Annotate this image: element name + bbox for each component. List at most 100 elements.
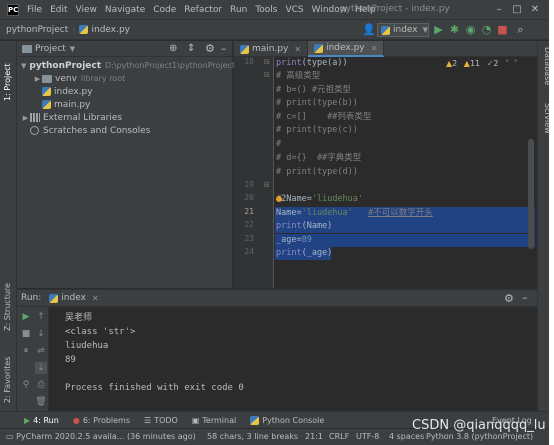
tree-item-venv[interactable]: ▶ venv library root <box>17 72 232 85</box>
menu-vcs[interactable]: VCS <box>281 5 307 15</box>
tool-tab-project[interactable]: 1: Project <box>3 63 12 101</box>
close-icon[interactable]: ✕ <box>371 44 378 53</box>
breadcrumb-project[interactable]: pythonProject <box>6 25 68 35</box>
rerun-icon[interactable]: ▶ <box>20 311 32 323</box>
run-panel-header: Run: index ✕ ⚙ – <box>17 290 537 307</box>
console-output[interactable]: 吴老师 <class 'str'> liudehua 89 Process fi… <box>65 311 244 395</box>
stop-icon[interactable]: ■ <box>20 328 32 340</box>
collapse-all-icon[interactable]: ⇕ <box>187 43 195 54</box>
line-number: 18 <box>244 57 254 66</box>
pause-icon[interactable]: ⏸ <box>20 345 32 357</box>
code-token: # b=() #元祖类型 <box>276 85 351 95</box>
hide-panel-icon[interactable]: – <box>522 291 528 304</box>
menu-code[interactable]: Code <box>149 5 180 15</box>
status-position[interactable]: 21:1 <box>305 432 323 441</box>
console-line: 吴老师 <box>65 313 93 323</box>
debug-icon[interactable]: ✱ <box>448 23 461 36</box>
tree-item-label: venv <box>55 73 77 84</box>
code-token: print <box>276 221 302 231</box>
code-token: print <box>276 58 302 68</box>
status-indent[interactable]: 4 spaces <box>389 432 424 441</box>
profile-icon[interactable]: ◔ <box>480 23 493 36</box>
menu-refactor[interactable]: Refactor <box>180 5 226 15</box>
tool-tab-label: Python Console <box>262 415 325 425</box>
window-title: pythonProject - index.py <box>340 4 450 14</box>
run-configuration-select[interactable]: index ▼ <box>377 23 429 37</box>
trash-icon[interactable]: 🗑 <box>35 396 47 408</box>
status-message[interactable]: ▭ PyCharm 2020.2.5 availa... (36 minutes… <box>6 432 196 441</box>
python-file-icon <box>42 100 51 109</box>
tool-tab-todo[interactable]: ☰ TODO <box>144 416 178 425</box>
minimize-icon[interactable]: – <box>492 3 506 16</box>
gear-icon[interactable]: ⚙ <box>504 292 514 305</box>
tool-tab-run[interactable]: ▶ 4: Run <box>24 416 59 425</box>
tool-tab-python-console[interactable]: Python Console <box>250 415 325 425</box>
maximize-icon[interactable]: □ <box>510 3 524 16</box>
editor-scrollbar[interactable] <box>528 139 534 249</box>
status-line-separator[interactable]: CRLF <box>329 432 349 441</box>
menu-edit[interactable]: Edit <box>46 5 71 15</box>
intention-bulb-icon[interactable] <box>276 196 282 202</box>
tool-tab-problems[interactable]: ● 6: Problems <box>73 416 130 425</box>
coverage-icon[interactable]: ◉ <box>464 23 477 36</box>
close-window-icon[interactable]: ✕ <box>528 3 542 16</box>
code-token: # d={} ##字典类型 <box>276 153 362 163</box>
scroll-up-icon[interactable]: ↑ <box>35 311 47 323</box>
breadcrumb-file[interactable]: index.py <box>79 25 130 35</box>
chevron-down-icon[interactable]: ▼ <box>70 45 75 53</box>
menu-tools[interactable]: Tools <box>251 5 281 15</box>
menu-view[interactable]: View <box>72 5 101 15</box>
python-file-icon <box>240 44 249 54</box>
close-icon[interactable]: ✕ <box>92 294 99 303</box>
console-line: Process finished with exit code 0 <box>65 383 244 393</box>
fold-end-icon[interactable]: ⊟ <box>264 181 270 189</box>
code-editor[interactable]: 18 19 20 21 22 23 24 ⊟ ⊟ ⊟ print(type(a)… <box>234 57 537 288</box>
scroll-down-icon[interactable]: ↓ <box>35 328 47 340</box>
tab-main-py[interactable]: main.py ✕ <box>234 41 309 57</box>
tool-tab-terminal[interactable]: ▣ Terminal <box>192 416 236 425</box>
run-configuration-label: index <box>392 25 418 35</box>
code-token: (_age) <box>301 248 333 258</box>
menu-file[interactable]: File <box>23 5 46 15</box>
tree-item-scratches[interactable]: Scratches and Consoles <box>17 124 232 137</box>
menu-navigate[interactable]: Navigate <box>101 5 149 15</box>
tab-index-py[interactable]: index.py ✕ <box>308 41 385 57</box>
close-icon[interactable]: ✕ <box>294 45 301 54</box>
fold-start-icon[interactable]: ⊟ <box>264 71 270 79</box>
scroll-to-end-icon[interactable]: ⇣ <box>35 362 47 374</box>
menu-run[interactable]: Run <box>226 5 251 15</box>
chevron-up-icon[interactable]: ˄ <box>505 59 509 68</box>
inspection-widget[interactable]: ▲2 ▲11 ✓2 ˄ ˅ <box>446 59 518 68</box>
tool-tab-structure[interactable]: Z: Structure <box>3 283 12 331</box>
chevron-down-icon[interactable]: ˅ <box>514 59 518 68</box>
print-icon[interactable]: ⎙ <box>35 379 47 391</box>
tree-item-main-py[interactable]: main.py <box>17 98 232 111</box>
python-console-icon <box>250 415 260 425</box>
run-tab-index[interactable]: index ✕ <box>49 293 99 303</box>
project-panel: Project ▼ ⊕ ⇕ ⚙ – ▼ pythonProject D:\pyt… <box>17 41 235 288</box>
tree-item-index-py[interactable]: index.py <box>17 85 232 98</box>
pin-icon[interactable]: ⚲ <box>20 379 32 391</box>
stop-icon[interactable]: ■ <box>496 23 509 36</box>
search-icon[interactable]: ⌕ <box>514 23 527 36</box>
user-icon[interactable]: 👤 <box>362 23 376 36</box>
python-file-icon <box>381 25 390 35</box>
status-interpreter[interactable]: Python 3.8 (pythonProject) <box>426 432 533 441</box>
gear-icon[interactable]: ⚙ <box>205 42 215 55</box>
soft-wrap-icon[interactable]: ⇌ <box>35 345 47 357</box>
run-icon: ▶ <box>24 415 31 425</box>
status-encoding[interactable]: UTF-8 <box>356 432 379 441</box>
code-line: # print(type(c)) <box>276 124 358 137</box>
locate-icon[interactable]: ⊕ <box>169 43 177 54</box>
tab-label: index.py <box>326 43 365 53</box>
fold-end-icon[interactable]: ⊟ <box>264 58 270 66</box>
hide-panel-icon[interactable]: – <box>221 42 227 55</box>
run-icon[interactable]: ▶ <box>432 23 445 36</box>
weak-warning-count: 11 <box>469 59 481 68</box>
left-tool-strip: 1: Project Z: Structure 2: Favorites <box>0 41 17 411</box>
tree-item-external-libraries[interactable]: ▶ External Libraries <box>17 111 232 124</box>
project-panel-title[interactable]: Project <box>35 44 66 54</box>
tree-item-project-root[interactable]: ▼ pythonProject D:\pythonProject1\python… <box>17 59 235 72</box>
chevron-right-icon: ▶ <box>22 113 29 122</box>
tool-tab-favorites[interactable]: 2: Favorites <box>3 357 12 403</box>
